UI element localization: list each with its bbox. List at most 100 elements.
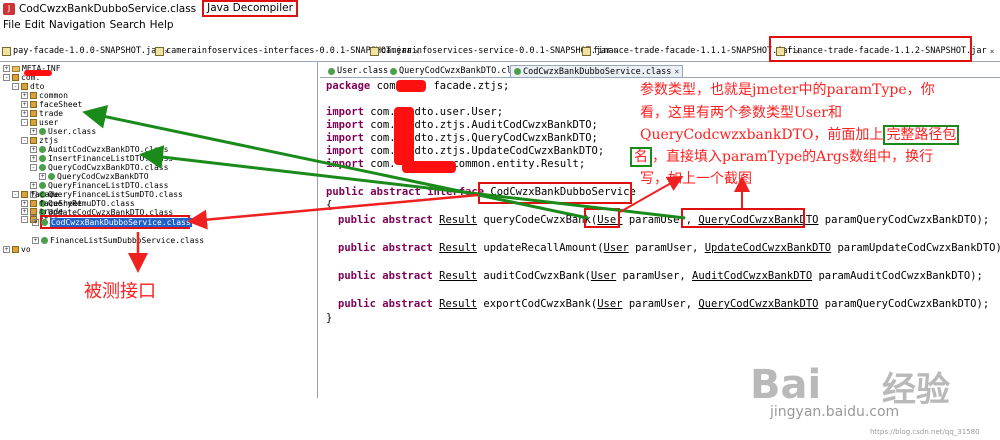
tree-node-ztjs[interactable]: - ztjs	[21, 136, 58, 145]
redaction-mark	[402, 161, 456, 173]
collapse-icon[interactable]: -	[21, 137, 28, 144]
class-icon	[48, 173, 55, 180]
package-icon	[12, 246, 19, 253]
param-type: QueryCodCwzxBankDTO	[698, 298, 819, 310]
method-line: public abstract Result updateRecallAmoun…	[338, 242, 1000, 255]
modifier-keyword: public abstract	[338, 270, 433, 282]
import-line: import com. dto.ztjs.AuditCodCwzxBankDTO…	[326, 119, 598, 132]
class-icon	[39, 146, 46, 153]
import-line: import com. dto.user.User;	[326, 106, 503, 119]
tree-node-facesheet[interactable]: + faceSheet	[21, 100, 82, 109]
jar-icon	[582, 46, 591, 56]
tree-node-dto[interactable]: - dto	[12, 82, 44, 91]
tree-label: User.class	[48, 127, 97, 136]
open-brace: {	[326, 199, 333, 211]
method-line: public abstract Result queryCodeCwzxBank…	[338, 214, 989, 227]
tree-node-user[interactable]: - user	[21, 118, 58, 127]
method-line: public abstract Result exportCodCwzxBank…	[338, 298, 989, 311]
close-brace: }	[326, 312, 333, 324]
expand-icon[interactable]: +	[30, 146, 37, 153]
param-name: paramAuditCodCwzxBankDTO);	[812, 270, 983, 282]
expand-icon[interactable]: +	[3, 65, 10, 72]
jar-icon	[370, 46, 379, 56]
tree-node-facade[interactable]: - facade	[12, 190, 59, 199]
close-icon[interactable]: ×	[674, 67, 679, 76]
code-text: dto.ztjs.UpdateCodCwzxBankDTO;	[414, 145, 605, 157]
close-icon[interactable]: ×	[990, 47, 995, 56]
tree-node-dubbo-service[interactable]: + CodCwzxBankDubboService.class	[32, 218, 192, 227]
jar-tab-finance-112[interactable]: finance-trade-facade-1.1.2-SNAPSHOT.jar …	[776, 44, 994, 58]
tree-label: InsertFinanceListDTO.class	[48, 154, 174, 163]
expand-icon[interactable]: +	[21, 110, 28, 117]
expand-icon[interactable]: +	[3, 246, 10, 253]
menu-help[interactable]: Help	[150, 19, 174, 31]
expand-icon[interactable]: +	[30, 128, 37, 135]
tree-node-query-dto[interactable]: + QueryCodCwzxBankDTO	[39, 172, 149, 181]
collapse-icon[interactable]: -	[30, 164, 37, 171]
jar-tab-finance-111[interactable]: finance-trade-facade-1.1.1-SNAPSHOT.jar …	[582, 44, 800, 58]
package-icon	[21, 191, 28, 198]
param-name: paramUser,	[628, 242, 705, 254]
collapse-icon[interactable]: -	[21, 119, 28, 126]
class-icon	[390, 67, 397, 75]
modifier-keyword: public abstract	[338, 242, 433, 254]
tree-node-finance-sum-service[interactable]: + FinanceListSumDubboService.class	[32, 236, 204, 245]
tree-node-query-finance-dto[interactable]: + QueryFinanceListDTO.class	[30, 181, 168, 190]
title-bar: J CodCwzxBankDubboService.class Java Dec…	[0, 0, 1000, 17]
tree-node-audit-dto[interactable]: + AuditCodCwzxBankDTO.class	[30, 145, 168, 154]
tree-node-query-dto-class[interactable]: - QueryCodCwzxBankDTO.class	[30, 163, 168, 172]
tree-node-trade[interactable]: + trade	[21, 109, 63, 118]
expand-icon[interactable]: +	[30, 155, 37, 162]
class-icon	[41, 237, 48, 244]
tree-label: QueryFinanceListDTO.class	[48, 181, 169, 190]
code-text: com.	[363, 119, 396, 131]
code-text: dto.ztjs.AuditCodCwzxBankDTO;	[414, 119, 598, 131]
tree-node-vo[interactable]: + vo	[3, 245, 31, 254]
annotation-line-4: 名，直接填入paramType的Args数组中，换行	[630, 147, 933, 167]
user-param-highlight	[584, 208, 620, 228]
collapse-icon[interactable]: -	[12, 83, 19, 90]
annotation-line-3: QueryCodcwzxbankDTO，前面加上 完整路径包	[640, 125, 960, 145]
annotation-text: QueryCodcwzxbankDTO，前面加上	[640, 127, 884, 143]
package-icon	[30, 92, 37, 99]
package-keyword: package	[326, 80, 371, 92]
editor-tab-dubbo-service[interactable]: CodCwzxBankDubboService.class ×	[510, 65, 684, 77]
jar-tab-label: finance-trade-facade-1.1.1-SNAPSHOT.jar	[593, 46, 793, 56]
expand-icon[interactable]: +	[21, 92, 28, 99]
editor-tab-user[interactable]: User.class×	[328, 65, 396, 77]
expand-icon[interactable]: +	[21, 200, 28, 207]
tree-node-common[interactable]: + common	[21, 91, 68, 100]
app-name: Java Decompiler	[202, 0, 298, 17]
menu-navigation[interactable]: Navigation	[49, 19, 106, 31]
collapse-icon[interactable]: -	[21, 216, 28, 223]
interface-under-test-label: 被测接口	[84, 281, 156, 302]
import-keyword: import	[326, 106, 364, 118]
collapse-icon[interactable]: -	[3, 74, 10, 81]
code-text: com.	[363, 132, 396, 144]
jar-tab-label: pay-facade-1.0.0-SNAPSHOT.jar	[13, 46, 162, 56]
expand-icon[interactable]: +	[39, 173, 46, 180]
tree-label: vo	[21, 245, 31, 254]
expand-icon[interactable]: +	[32, 219, 39, 226]
expand-icon[interactable]: +	[30, 182, 37, 189]
app-icon: J	[3, 2, 15, 15]
collapse-icon[interactable]: -	[12, 191, 19, 198]
class-icon	[39, 164, 46, 171]
param-name: paramUpdateCodCwzxBankDTO);	[831, 242, 1000, 254]
menu-file[interactable]: File	[3, 19, 21, 31]
tree-node-insert-dto[interactable]: + InsertFinanceListDTO.class	[30, 154, 173, 163]
menu-edit[interactable]: Edit	[25, 19, 45, 31]
param-type: UpdateCodCwzxBankDTO	[704, 242, 832, 254]
tree-label: user	[39, 118, 59, 127]
expand-icon[interactable]: +	[21, 101, 28, 108]
package-icon	[30, 110, 37, 117]
expand-icon[interactable]: +	[32, 237, 39, 244]
return-type: Result	[439, 298, 478, 310]
tree-node-user-class[interactable]: + User.class	[30, 127, 96, 136]
jar-tab-pay-facade[interactable]: pay-facade-1.0.0-SNAPSHOT.jar ×	[2, 44, 169, 58]
package-icon	[12, 74, 19, 81]
method-line: public abstract Result auditCodCwzxBank(…	[338, 270, 983, 283]
menu-search[interactable]: Search	[110, 19, 146, 31]
expand-icon[interactable]: +	[21, 208, 28, 215]
package-icon	[30, 200, 37, 207]
